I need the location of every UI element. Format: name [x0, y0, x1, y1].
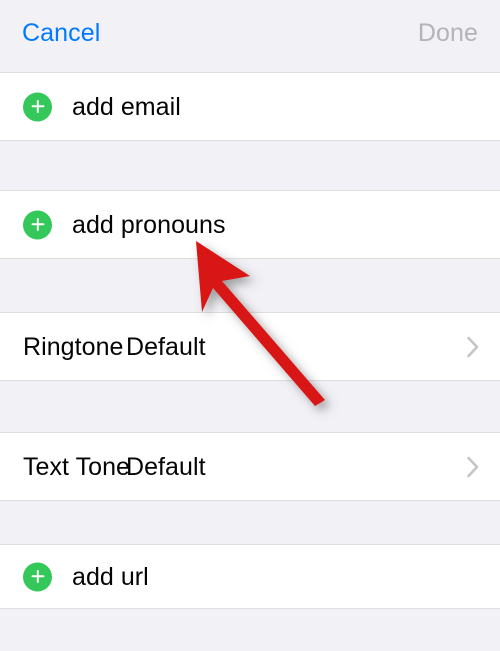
- plus-circle-icon: [23, 562, 52, 591]
- cancel-button[interactable]: Cancel: [22, 18, 100, 48]
- navigation-bar: Cancel Done: [0, 0, 500, 72]
- ringtone-value: Default: [126, 332, 206, 361]
- contact-edit-screen: Cancel Done add email add pronouns Ringt…: [0, 0, 500, 651]
- done-button[interactable]: Done: [418, 18, 478, 48]
- ringtone-row[interactable]: Ringtone Default: [0, 312, 500, 381]
- text-tone-row[interactable]: Text Tone Default: [0, 432, 500, 501]
- plus-circle-icon: [23, 92, 52, 121]
- ringtone-label: Ringtone: [23, 332, 124, 361]
- add-email-row[interactable]: add email: [0, 72, 500, 141]
- text-tone-label: Text Tone: [23, 452, 131, 481]
- add-email-label: add email: [72, 92, 181, 121]
- plus-circle-icon: [23, 210, 52, 239]
- add-pronouns-label: add pronouns: [72, 210, 226, 239]
- chevron-right-icon: [466, 336, 480, 358]
- add-url-label: add url: [72, 562, 149, 591]
- add-pronouns-row[interactable]: add pronouns: [0, 190, 500, 259]
- text-tone-value: Default: [126, 452, 206, 481]
- add-url-row[interactable]: add url: [0, 544, 500, 609]
- chevron-right-icon: [466, 456, 480, 478]
